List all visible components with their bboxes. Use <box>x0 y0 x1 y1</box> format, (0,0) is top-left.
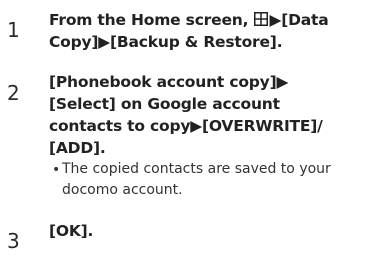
step-number: 3 <box>7 229 20 253</box>
note-line: The copied contacts are saved to your <box>62 161 331 177</box>
step-line: [Phonebook account copy]▶ <box>49 73 289 91</box>
step-instruction: [Phonebook account copy]▶ [Select] on Go… <box>49 71 367 159</box>
step-line: [ADD]. <box>49 139 106 157</box>
step-instruction: [OK]. <box>49 220 367 242</box>
note-line: docomo account. <box>62 182 183 198</box>
step-text-prefix: From the Home screen, <box>49 11 254 29</box>
note-bullet: • <box>52 162 61 178</box>
step-number: 2 <box>7 81 20 105</box>
step-line: [Select] on Google account <box>49 95 280 113</box>
step-line: From the Home screen, ▶[Data <box>49 9 367 31</box>
step-line: [OK]. <box>49 222 94 240</box>
step-line: Copy]▶[Backup & Restore]. <box>49 33 283 51</box>
step-instruction: From the Home screen, ▶[Data Copy]▶[Back… <box>49 9 367 53</box>
grid-icon <box>254 12 269 26</box>
step-note: The copied contacts are saved to your do… <box>62 159 362 201</box>
step-text-suffix: ▶[Data <box>269 11 329 29</box>
step-line: contacts to copy▶[OVERWRITE]/ <box>49 117 323 135</box>
step-number: 1 <box>7 18 20 42</box>
